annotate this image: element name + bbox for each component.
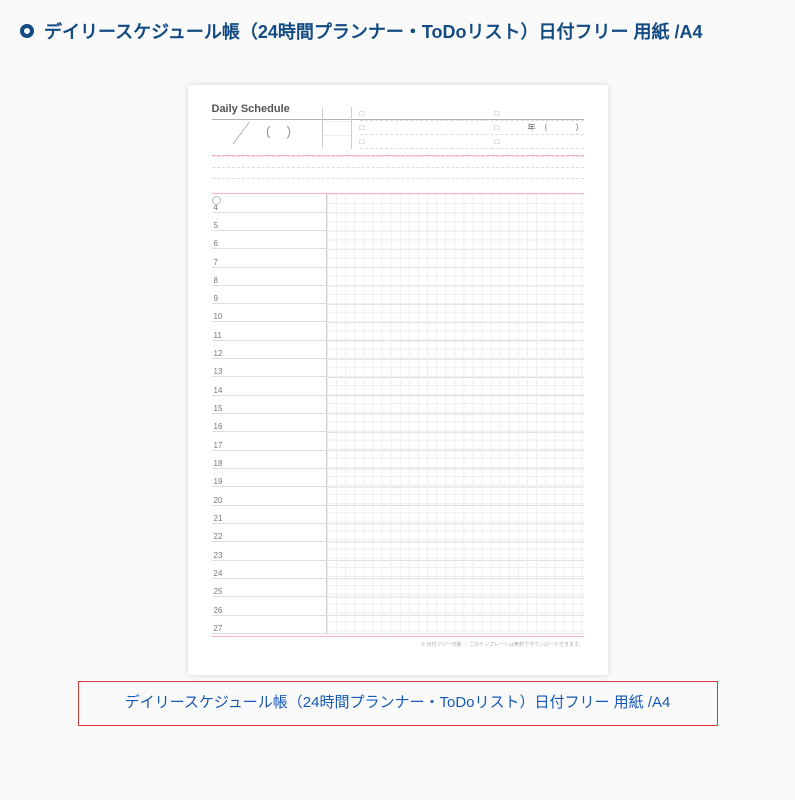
memo-line bbox=[212, 178, 584, 189]
clock-icon bbox=[212, 196, 221, 205]
hour-row: 20 bbox=[212, 487, 326, 505]
hour-row: 25 bbox=[212, 579, 326, 597]
bullet-icon bbox=[20, 24, 34, 38]
hour-row: 18 bbox=[212, 451, 326, 469]
hour-row: 27 bbox=[212, 616, 326, 634]
caption-text: デイリースケジュール帳（24時間プランナー・ToDoリスト）日付フリー 用紙 /… bbox=[125, 694, 671, 711]
copyright-note: © 日付フリー印刷 ｜ このテンプレートは無料でダウンロードできます。 bbox=[212, 641, 584, 648]
page-header: デイリースケジュール帳（24時間プランナー・ToDoリスト）日付フリー 用紙 /… bbox=[20, 20, 775, 45]
hour-row: 24 bbox=[212, 561, 326, 579]
hour-row: 5 bbox=[212, 213, 326, 231]
hour-row: 13 bbox=[212, 359, 326, 377]
hour-row: 23 bbox=[212, 542, 326, 560]
todo-checkboxes: □ □ □ □ □ □ bbox=[352, 107, 584, 149]
checkbox-icon: □ bbox=[360, 123, 365, 132]
hour-row: 15 bbox=[212, 396, 326, 414]
hour-row: 9 bbox=[212, 286, 326, 304]
hour-row: 19 bbox=[212, 469, 326, 487]
priority-grid bbox=[322, 107, 352, 149]
pink-divider-bottom bbox=[212, 636, 584, 637]
memo-line bbox=[212, 156, 584, 167]
caption-link[interactable]: デイリースケジュール帳（24時間プランナー・ToDoリスト）日付フリー 用紙 /… bbox=[78, 681, 718, 726]
checkbox-icon: □ bbox=[360, 137, 365, 146]
date-slash-area: ／ （ ） bbox=[212, 114, 322, 149]
hour-row: 11 bbox=[212, 322, 326, 340]
page-title: デイリースケジュール帳（24時間プランナー・ToDoリスト）日付フリー 用紙 /… bbox=[44, 20, 703, 45]
hour-row: 12 bbox=[212, 341, 326, 359]
hour-row: 21 bbox=[212, 506, 326, 524]
checkbox-icon: □ bbox=[360, 109, 365, 118]
preview-container: Daily Schedule 年 （ ） ／ （ ） □□ □□ □□ bbox=[20, 85, 775, 675]
hour-row: 14 bbox=[212, 377, 326, 395]
date-paren: （ ） bbox=[258, 122, 306, 141]
hour-row: 26 bbox=[212, 597, 326, 615]
date-slash: ／ bbox=[232, 114, 246, 149]
hour-row: 8 bbox=[212, 268, 326, 286]
hour-row: 17 bbox=[212, 432, 326, 450]
checkbox-icon: □ bbox=[494, 109, 499, 118]
hour-column: 4 5 6 7 8 9 10 11 12 13 14 15 16 17 18 1… bbox=[212, 194, 326, 634]
hour-row: 7 bbox=[212, 249, 326, 267]
schedule-area: 4 5 6 7 8 9 10 11 12 13 14 15 16 17 18 1… bbox=[212, 193, 584, 634]
template-page[interactable]: Daily Schedule 年 （ ） ／ （ ） □□ □□ □□ bbox=[188, 85, 608, 675]
memo-line bbox=[212, 167, 584, 178]
checkbox-icon: □ bbox=[494, 123, 499, 132]
grid-area bbox=[326, 194, 584, 634]
hour-row: 4 bbox=[212, 194, 326, 212]
hour-row: 6 bbox=[212, 231, 326, 249]
checkbox-icon: □ bbox=[494, 137, 499, 146]
date-block: ／ （ ） □ □ □ □ □ □ bbox=[212, 107, 584, 149]
hour-row: 16 bbox=[212, 414, 326, 432]
hour-row: 10 bbox=[212, 304, 326, 322]
hour-row: 22 bbox=[212, 524, 326, 542]
